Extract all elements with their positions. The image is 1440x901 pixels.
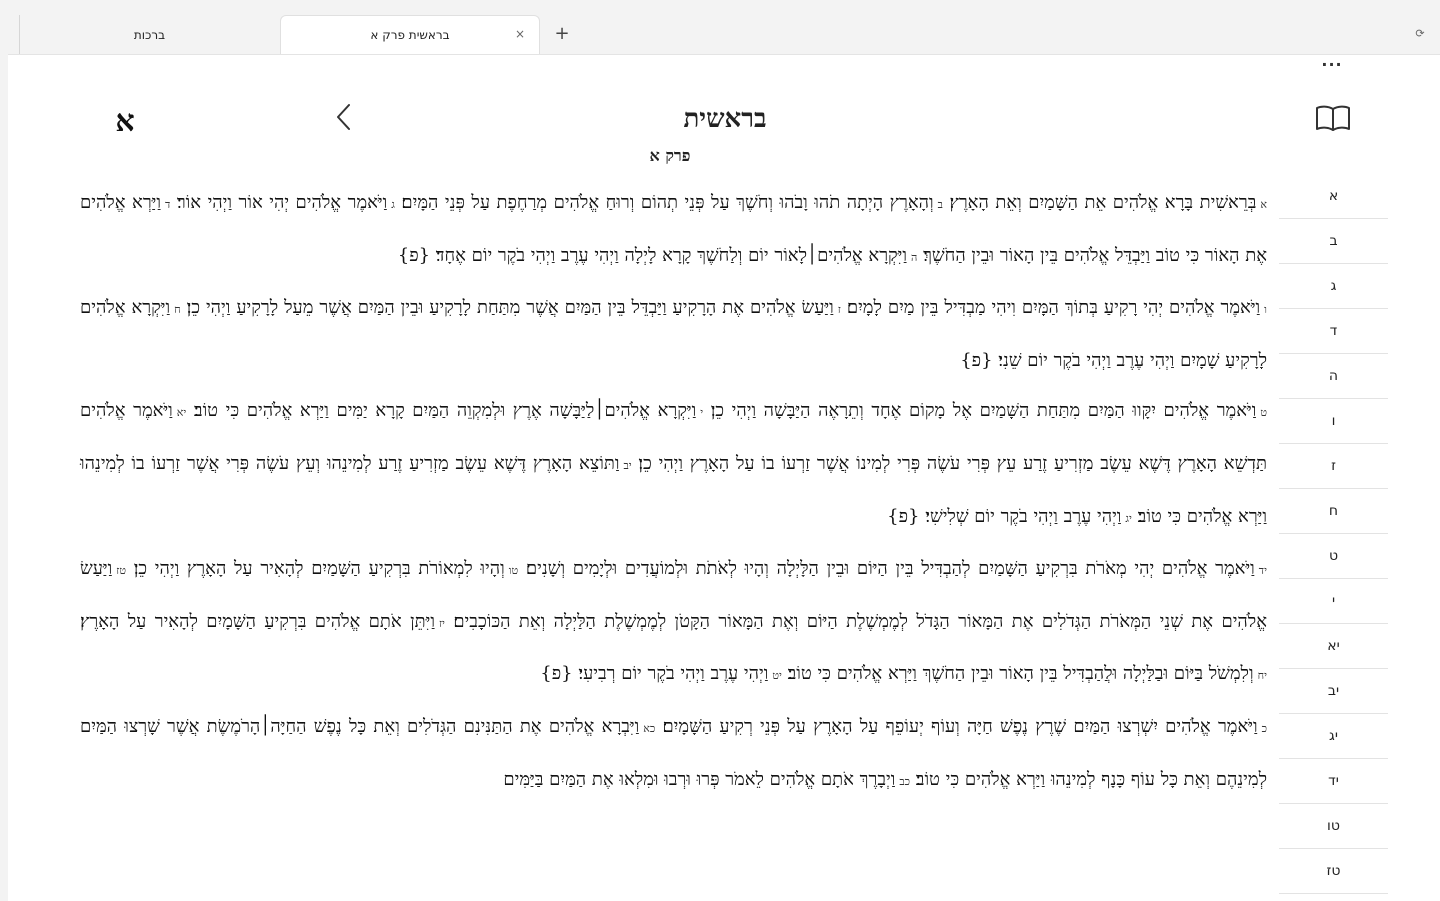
verse-number: ד [165,198,171,211]
verse-text: וַיִּקְרָא אֱלֹהִים׀לָאוֹר יוֹם וְלַחֹשֶ… [397,244,908,266]
verse-text: וַיִּתֵּן אֹתָם אֱלֹהִים בִּרְקִיעַ הַשָ… [80,610,435,632]
verse-number: יז [438,616,445,630]
chapter-item[interactable]: ו [1279,399,1388,444]
tab-bereshit-chapter-1[interactable]: בראשית פרק א × [280,15,540,54]
chapter-item[interactable]: ח [1279,489,1388,534]
verse-text: וַיִּקְרָא אֱלֹהִים׀לַיַּבָּשָׁה אֶרֶץ ו… [193,400,697,422]
verse-number: ג [391,198,395,211]
chapter-item[interactable]: טז [1279,849,1388,894]
verse-number: ו [1264,303,1267,317]
chapter-item[interactable]: ג [1279,264,1388,309]
verse-text: וְהָאָרֶץ הָיְתָה תֹהוּ וָבֹהוּ וְחֹשֶׁך… [401,192,934,213]
verse-number: כ [1261,721,1267,735]
chapter-item[interactable]: יא [1279,624,1388,669]
verse-number: י [700,406,704,420]
chapter-item[interactable]: ז [1279,444,1388,489]
chapter-item[interactable]: י [1279,579,1388,624]
verse-text: וְהָיוּ לִמְאוֹרֹת בִּרְקִיעַ הַשָּׁמַיִ… [133,558,505,580]
verse-number: יח [1257,669,1267,683]
verse-number: א [1260,198,1267,211]
verse-text: וַיֹּאמֶר אֱלֹהִים יִקָּווּ הַמַּיִם מִת… [710,400,1257,422]
verse-text: וַיְהִי עֶרֶב וַיְהִי בֹקֶר יוֹם שְׁלִיש… [887,505,1122,527]
verse-number: יא [176,406,187,420]
verse-number: ח [174,303,181,317]
more-options-button[interactable]: ... [1316,53,1348,70]
verse-text: וְלִמְשֹׁל בַּיּוֹם וּבַלַּיְלָה וּלֲהַב… [787,663,1254,685]
verse-number: יב [623,458,632,472]
chapter-item[interactable]: ב [1279,219,1388,264]
verse-text: וַיֹּאמֶר אֱלֹהִים יְהִי רָקִיעַ בְּתוֹך… [846,297,1261,319]
paragraph: כוַיֹּאמֶר אֱלֹהִים יִשְׁרְצוּ הַמַּיִם … [80,702,1267,807]
verse-number: ט [1260,406,1267,420]
book-icon[interactable] [1315,103,1351,133]
paragraph: ווַיֹּאמֶר אֱלֹהִים יְהִי רָקִיעַ בְּתוֹ… [80,283,1267,386]
tab-label: בראשית פרק א [370,28,450,42]
chapter-item[interactable]: ט [1279,534,1388,579]
verse-text: וַיְבָרֶךְ אֹתָם אֱלֹהִים לֵאמֹר פְּרוּ … [503,768,896,790]
verse-number: טז [116,564,126,578]
tab-label: ברכות [133,27,166,42]
verse-text: וַיֹּאמֶר אֱלֹהִים יִשְׁרְצוּ הַמַּיִם ש… [662,715,1258,737]
verse-text: וַיֹּאמֶר אֱלֹהִים יְהִי אוֹר וַיְהִי או… [176,192,388,213]
chapter-item[interactable]: טו [1279,804,1388,849]
paragraph: טוַיֹּאמֶר אֱלֹהִים יִקָּווּ הַמַּיִם מִ… [80,386,1267,544]
verse-text: וַיְהִי עֶרֶב וַיְהִי בֹקֶר יוֹם רְבִיעִ… [540,663,769,685]
refresh-icon[interactable]: ⟳ [1412,26,1428,42]
scripture-text: אבְּרֵאשִׁית בָּרָא אֱלֹהִים אֵת הַשָּׁמ… [80,178,1267,807]
new-tab-button[interactable]: + [552,20,572,48]
verse-number: יט [772,669,782,683]
chapter-item[interactable]: א [1279,173,1388,219]
chapter-letter: א [115,104,135,139]
verse-number: טו [508,564,519,578]
chapter-item[interactable]: יד [1279,759,1388,804]
chapter-subtitle: פרק א [649,146,691,165]
paragraph: אבְּרֵאשִׁית בָּרָא אֱלֹהִים אֵת הַשָּׁמ… [80,178,1267,283]
chapter-item[interactable]: ה [1279,354,1388,399]
verse-text: בְּרֵאשִׁית בָּרָא אֱלֹהִים אֵת הַשָּׁמַ… [949,192,1257,213]
verse-number: כא [643,721,656,735]
tab-berakhot[interactable]: ברכות [19,15,279,54]
verse-number: ה [911,250,918,264]
verse-number: יג [1125,511,1132,525]
verse-text: וַיֹּאמֶר אֱלֹהִים יְהִי מְאֹרֹת בִּרְקִ… [525,558,1255,580]
tab-bar: ברכות בראשית פרק א × + ⟳ [0,0,1440,55]
chevron-left-icon[interactable] [330,100,358,134]
chapter-navigation: א ב ג ד ה ו ז ח ט י יא יב יג יד טו טז [1279,173,1388,900]
verse-number: ז [837,303,841,317]
paragraph: ידוַיֹּאמֶר אֱלֹהִים יְהִי מְאֹרֹת בִּרְ… [80,544,1267,702]
chapter-item[interactable]: יג [1279,714,1388,759]
verse-number: יד [1258,564,1267,578]
chapter-item[interactable]: יב [1279,669,1388,714]
close-icon[interactable]: × [515,27,525,41]
verse-text: וַיַּעַשׂ אֱלֹהִים אֶת הָרָקִיעַ וַיַּבְ… [186,297,834,319]
verse-number: כב [899,774,911,788]
book-title: בראשית [683,104,767,134]
chapter-item[interactable]: ד [1279,309,1388,354]
verse-number: ב [937,198,943,211]
